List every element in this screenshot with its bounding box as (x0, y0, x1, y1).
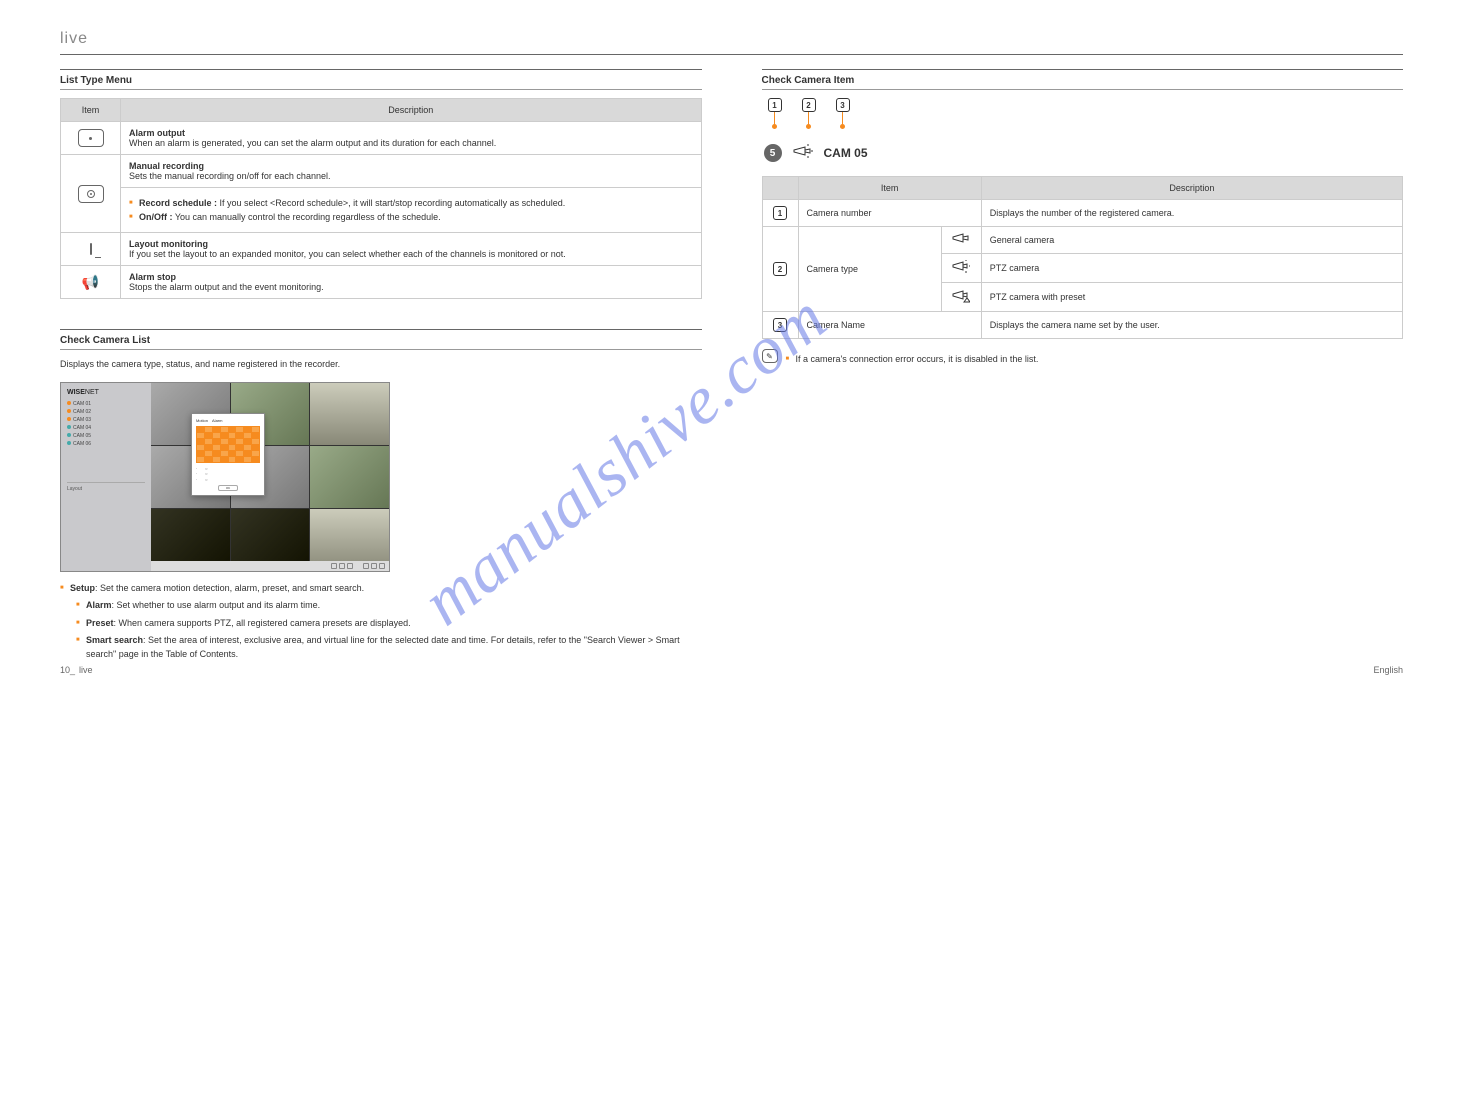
col-num (762, 177, 798, 200)
num-cell: 2 (762, 227, 798, 312)
list-type-menu-heading: List Type Menu (60, 70, 702, 90)
camera-item-heading: Check Camera Item (762, 70, 1404, 90)
desc-cell: Layout monitoring If you set the layout … (121, 233, 702, 266)
icon-cell (61, 233, 121, 266)
camera-plain-icon (952, 233, 970, 245)
desc-cell: Alarm stop Stops the alarm output and th… (121, 266, 702, 299)
camera-list-intro: Displays the camera type, status, and na… (60, 358, 702, 372)
callout-2: 2 (802, 98, 816, 112)
bullets: Setup: Set the camera motion detection, … (60, 582, 702, 662)
camera-item-diagram: 1 2 3 (762, 98, 1404, 126)
left-column: List Type Menu Item Description Alarm ou… (60, 59, 702, 669)
table-row: Record schedule : If you select <Record … (61, 188, 702, 233)
camera-number-badge: 5 (764, 144, 782, 162)
list-type-menu-table: Item Description Alarm output When an al… (60, 98, 702, 299)
row-desc: Sets the manual recording on/off for eac… (129, 171, 693, 181)
subtype-icon-cell (941, 283, 981, 312)
subtype-icon-cell (941, 254, 981, 283)
col-item: Item (798, 177, 981, 200)
thumb-popup: MotionAlarm · ○· ○· ○ OK (191, 413, 265, 497)
button-icon (78, 129, 104, 147)
camera-item-table: Item Description 1 Camera number Display… (762, 176, 1404, 339)
chapter-title: live (60, 30, 88, 48)
row-sub1: Record schedule : If you select <Record … (129, 198, 693, 208)
note-text: If a camera's connection error occurs, i… (786, 349, 1039, 371)
table-row: 3 Camera Name Displays the camera name s… (762, 312, 1403, 339)
camera-list-heading: Check Camera List (60, 330, 702, 350)
table-row: Alarm output When an alarm is generated,… (61, 122, 702, 155)
right-column: Check Camera Item 1 2 3 5 CAM 05 Item De… (762, 59, 1404, 669)
camera-label: CAM 05 (824, 146, 868, 160)
subtype-icon-cell (941, 227, 981, 254)
screenshot-thumb: WISENET CAM 01 CAM 02 CAM 03 CAM 04 CAM … (60, 382, 390, 572)
table-row: 📢 Alarm stop Stops the alarm output and … (61, 266, 702, 299)
page-num: 10_ (60, 665, 75, 675)
col-description: Description (981, 177, 1402, 200)
speaker-icon: 📢 (82, 274, 99, 290)
table-row: 2 Camera type General camera (762, 227, 1403, 254)
camera-ptz-preset-icon (952, 289, 970, 303)
icon-cell: 📢 (61, 266, 121, 299)
desc-cell: Manual recording Sets the manual recordi… (121, 155, 702, 188)
page-label: live (79, 665, 93, 675)
page-header: live (60, 30, 1403, 55)
table-header-row: Item Description (61, 99, 702, 122)
thumb-sidebar: WISENET CAM 01 CAM 02 CAM 03 CAM 04 CAM … (61, 383, 151, 571)
columns: List Type Menu Item Description Alarm ou… (60, 59, 1403, 669)
callout-3: 3 (836, 98, 850, 112)
monitor-icon (90, 243, 92, 255)
table-row: Layout monitoring If you set the layout … (61, 233, 702, 266)
row-title: Alarm stop (129, 272, 693, 282)
bullet-smart-search: Smart search: Set the area of interest, … (76, 634, 702, 661)
table-row: 1 Camera number Displays the number of t… (762, 200, 1403, 227)
desc-cell: PTZ camera with preset (981, 283, 1402, 312)
col-description: Description (121, 99, 702, 122)
camera-ptz-icon (792, 144, 814, 162)
desc-cell: Alarm output When an alarm is generated,… (121, 122, 702, 155)
camera-item-row: 5 CAM 05 (762, 144, 1404, 162)
callout-1: 1 (768, 98, 782, 112)
col-item: Item (61, 99, 121, 122)
desc-cell: Displays the camera name set by the user… (981, 312, 1402, 339)
footer-right: English (1373, 665, 1403, 675)
page-footer: 10_ live English (60, 665, 1403, 675)
table-row: Manual recording Sets the manual recordi… (61, 155, 702, 188)
row-title: Manual recording (129, 161, 693, 171)
thumb-logo: WISENET (67, 389, 145, 396)
item-cell: Camera Name (798, 312, 981, 339)
num-cell: 1 (762, 200, 798, 227)
row-title: Alarm output (129, 128, 693, 138)
icon-cell (61, 122, 121, 155)
row-title: Layout monitoring (129, 239, 693, 249)
icon-cell (61, 155, 121, 233)
desc-cell: General camera (981, 227, 1402, 254)
desc-cell: Record schedule : If you select <Record … (121, 188, 702, 233)
row-desc: If you set the layout to an expanded mon… (129, 249, 693, 259)
note-row: ✎ If a camera's connection error occurs,… (762, 349, 1404, 371)
num-cell: 3 (762, 312, 798, 339)
row-desc: When an alarm is generated, you can set … (129, 138, 693, 148)
desc-cell: PTZ camera (981, 254, 1402, 283)
bullet-alarm: Alarm: Set whether to use alarm output a… (76, 599, 702, 613)
item-cell: Camera type (798, 227, 941, 312)
bullet-setup: Setup: Set the camera motion detection, … (60, 582, 702, 596)
record-target-icon (78, 185, 104, 203)
row-desc: Stops the alarm output and the event mon… (129, 282, 693, 292)
bullet-preset: Preset: When camera supports PTZ, all re… (76, 617, 702, 631)
desc-cell: Displays the number of the registered ca… (981, 200, 1402, 227)
table-header-row: Item Description (762, 177, 1403, 200)
note-icon: ✎ (762, 349, 778, 363)
camera-ptz-icon (952, 260, 970, 274)
row-sub2: On/Off : You can manually control the re… (129, 212, 693, 222)
item-cell: Camera number (798, 200, 981, 227)
